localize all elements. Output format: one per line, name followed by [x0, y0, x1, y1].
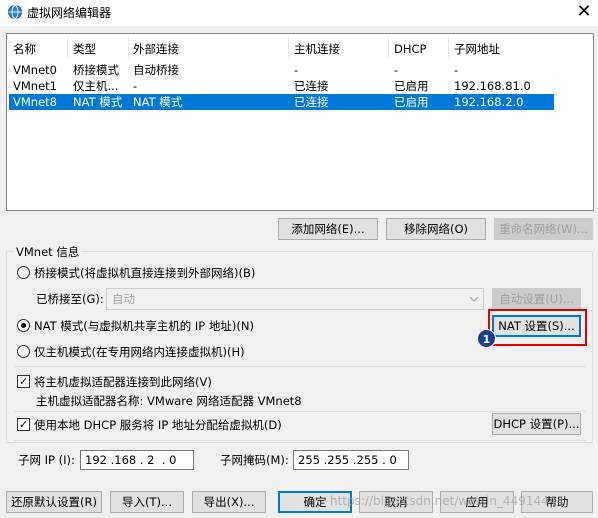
column-header-external[interactable]: 外部连接: [133, 40, 179, 58]
watermark: https://blog.csdn.net/weixin_44914444: [330, 494, 565, 508]
column-header-subnet[interactable]: 子网地址: [454, 40, 500, 58]
nat-mode-radio[interactable]: [17, 319, 30, 332]
column-header-dhcp[interactable]: DHCP: [394, 40, 426, 58]
adapter-name-text: 主机虚拟适配器名称: VMware 网络适配器 VMnet8: [36, 394, 302, 408]
cell-dhcp: 已启用: [394, 79, 429, 93]
virtual-network-editor-icon: [8, 5, 22, 19]
cell-subnet: 192.168.2.0: [454, 95, 524, 109]
dhcp-settings-button[interactable]: DHCP 设置(P)...: [492, 413, 581, 435]
cell-external: 自动桥接: [133, 63, 179, 77]
cell-external: NAT 模式: [133, 95, 183, 109]
cell-dhcp: -: [394, 63, 399, 77]
column-divider: [128, 38, 129, 58]
table-row[interactable]: VMnet1 仅主机... - 已连接 已启用 192.168.81.0: [9, 78, 554, 94]
column-header-name[interactable]: 名称: [13, 40, 36, 58]
bridge-mode-label[interactable]: 桥接模式(将虚拟机直接连接到外部网络)(B): [34, 265, 255, 281]
subnet-mask-input[interactable]: 255 .255 .255 . 0: [293, 450, 409, 470]
column-divider: [388, 38, 389, 58]
table-row-selected[interactable]: VMnet8 NAT 模式 NAT 模式 已连接 已启用 192.168.2.0: [9, 94, 554, 110]
cell-name: VMnet0: [13, 63, 57, 77]
subnet-ip-label: 子网 IP (I):: [18, 453, 75, 467]
divider: [14, 411, 586, 412]
import-button[interactable]: 导入(T)...: [110, 491, 184, 513]
auto-settings-button[interactable]: 自动设置(U)...: [492, 288, 581, 310]
cell-dhcp: 已启用: [394, 95, 429, 109]
subnet-mask-label: 子网掩码(M):: [220, 453, 289, 467]
cell-external: -: [133, 79, 138, 93]
bridge-mode-radio[interactable]: [17, 266, 30, 279]
annotation-highlight: [488, 309, 587, 346]
restore-defaults-button[interactable]: 还原默认设置(R): [6, 491, 102, 513]
bridged-to-label: 已桥接至(G):: [36, 292, 104, 306]
dhcp-label[interactable]: 使用本地 DHCP 服务将 IP 地址分配给虚拟机(D): [34, 417, 282, 433]
cell-name: VMnet1: [13, 79, 57, 93]
divider: [14, 366, 586, 367]
dhcp-checkbox[interactable]: ✓: [17, 418, 30, 431]
close-icon[interactable]: ✕: [570, 0, 598, 26]
connect-adapter-checkbox[interactable]: ✓: [17, 375, 30, 388]
host-only-label[interactable]: 仅主机模式(在专用网络内连接虚拟机)(H): [34, 344, 245, 360]
bridged-to-value: 自动: [112, 292, 135, 306]
host-only-radio[interactable]: [17, 345, 30, 358]
network-table: 名称 类型 外部连接 主机连接 DHCP 子网地址 VMnet0 桥接模式 自动…: [6, 33, 594, 211]
cell-type: NAT 模式: [73, 95, 123, 109]
column-header-type[interactable]: 类型: [73, 40, 96, 58]
bridged-to-select[interactable]: 自动: [106, 288, 484, 310]
vmnet-info-label: VMnet 信息: [14, 244, 82, 260]
window-title: 虚拟网络编辑器: [27, 6, 112, 20]
remove-network-button[interactable]: 移除网络(O): [386, 218, 486, 240]
column-divider: [288, 38, 289, 58]
cell-subnet: 192.168.81.0: [454, 79, 531, 93]
annotation-badge: 1: [477, 329, 496, 348]
cell-host: 已连接: [294, 95, 329, 109]
cell-name: VMnet8: [13, 95, 57, 109]
rename-network-button[interactable]: 重命名网络(W)...: [494, 218, 593, 240]
cell-type: 仅主机...: [73, 79, 119, 93]
column-divider: [67, 38, 68, 58]
column-divider: [448, 38, 449, 58]
subnet-ip-input[interactable]: 192 .168 . 2 . 0: [80, 450, 194, 470]
cell-host: 已连接: [294, 79, 329, 93]
chevron-down-icon: [469, 296, 479, 302]
add-network-button[interactable]: 添加网络(E)...: [278, 218, 378, 240]
connect-adapter-label[interactable]: 将主机虚拟适配器连接到此网络(V): [34, 374, 212, 390]
table-row[interactable]: VMnet0 桥接模式 自动桥接 - - -: [9, 62, 554, 78]
column-header-host[interactable]: 主机连接: [294, 40, 340, 58]
export-button[interactable]: 导出(X)...: [192, 491, 266, 513]
divider: [14, 440, 586, 441]
cell-subnet: -: [454, 63, 459, 77]
cell-type: 桥接模式: [73, 63, 119, 77]
nat-mode-label[interactable]: NAT 模式(与虚拟机共享主机的 IP 地址)(N): [34, 318, 254, 334]
cell-host: -: [294, 63, 299, 77]
